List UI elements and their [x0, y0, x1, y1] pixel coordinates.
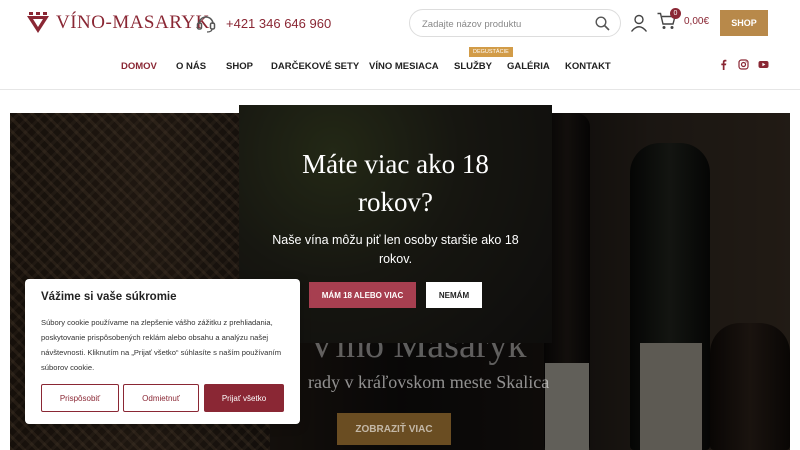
logo-text: VÍNO-MASARYK	[56, 12, 210, 33]
age-deny-button[interactable]: NEMÁM	[426, 282, 482, 308]
nav-item-galeria[interactable]: GALÉRIA	[507, 61, 550, 72]
nav-item-vino-mesiaca[interactable]: VÍNO MESIACA	[369, 61, 439, 72]
hero-subtitle: rady v kráľovskom meste Skalica	[308, 372, 550, 392]
cookie-title: Vážime si vaše súkromie	[41, 291, 177, 303]
cookie-text: Súbory cookie používame na zlepšenie váš…	[41, 318, 282, 372]
nav-item-darcekove-sety[interactable]: DARČEKOVÉ SETY	[271, 61, 359, 72]
nav-item-domov[interactable]: DOMOV	[121, 61, 157, 72]
cart[interactable]: 0 0,00€	[657, 8, 710, 30]
nav-item-o-nas[interactable]: O NÁS	[176, 61, 206, 72]
cookie-reject-button[interactable]: Odmietnuť	[123, 384, 199, 412]
header-divider	[0, 89, 800, 90]
age-modal-title: Máte viac ako 18 rokov?	[302, 149, 489, 217]
main-nav: DOMOV O NÁS SHOP DARČEKOVÉ SETY VÍNO MES…	[0, 55, 800, 79]
instagram-icon[interactable]	[738, 59, 749, 70]
phone-number[interactable]: +421 346 646 960	[226, 16, 331, 31]
search-box	[409, 9, 621, 37]
site-header: VÍNO-MASARYK +421 346 646 960 0	[0, 0, 800, 90]
cookie-consent-panel: Vážime si vaše súkromie Súbory cookie po…	[25, 279, 300, 424]
age-modal-text: Naše vína môžu piť len osoby staršie ako…	[272, 233, 519, 266]
cart-count-badge: 0	[670, 8, 681, 19]
user-icon[interactable]	[630, 14, 648, 32]
cookie-accept-button[interactable]: Prijať všetko	[204, 384, 284, 412]
nav-item-sluzby[interactable]: SLUŽBY	[454, 61, 492, 72]
youtube-icon[interactable]	[758, 59, 769, 70]
search-input[interactable]	[420, 15, 590, 33]
age-confirm-button[interactable]: MÁM 18 ALEBO VIAC	[309, 282, 416, 308]
search-icon[interactable]	[595, 16, 610, 31]
logo[interactable]: VÍNO-MASARYK	[26, 12, 210, 34]
phone-contact[interactable]: +421 346 646 960	[196, 13, 331, 33]
social-links	[718, 59, 769, 70]
nav-item-shop[interactable]: SHOP	[226, 61, 253, 72]
nav-item-kontakt[interactable]: KONTAKT	[565, 61, 611, 72]
degustacie-badge: DEGUSTÁCIE	[469, 47, 513, 57]
shop-button[interactable]: SHOP	[720, 10, 768, 36]
cart-total: 0,00€	[684, 15, 710, 27]
cart-icon: 0	[657, 8, 681, 30]
headset-icon	[196, 16, 216, 33]
facebook-icon[interactable]	[718, 59, 729, 70]
hero-more-button[interactable]: ZOBRAZIŤ VIAC	[337, 413, 451, 445]
wine-logo-icon	[27, 12, 49, 33]
cookie-customize-button[interactable]: Prispôsobiť	[41, 384, 119, 412]
